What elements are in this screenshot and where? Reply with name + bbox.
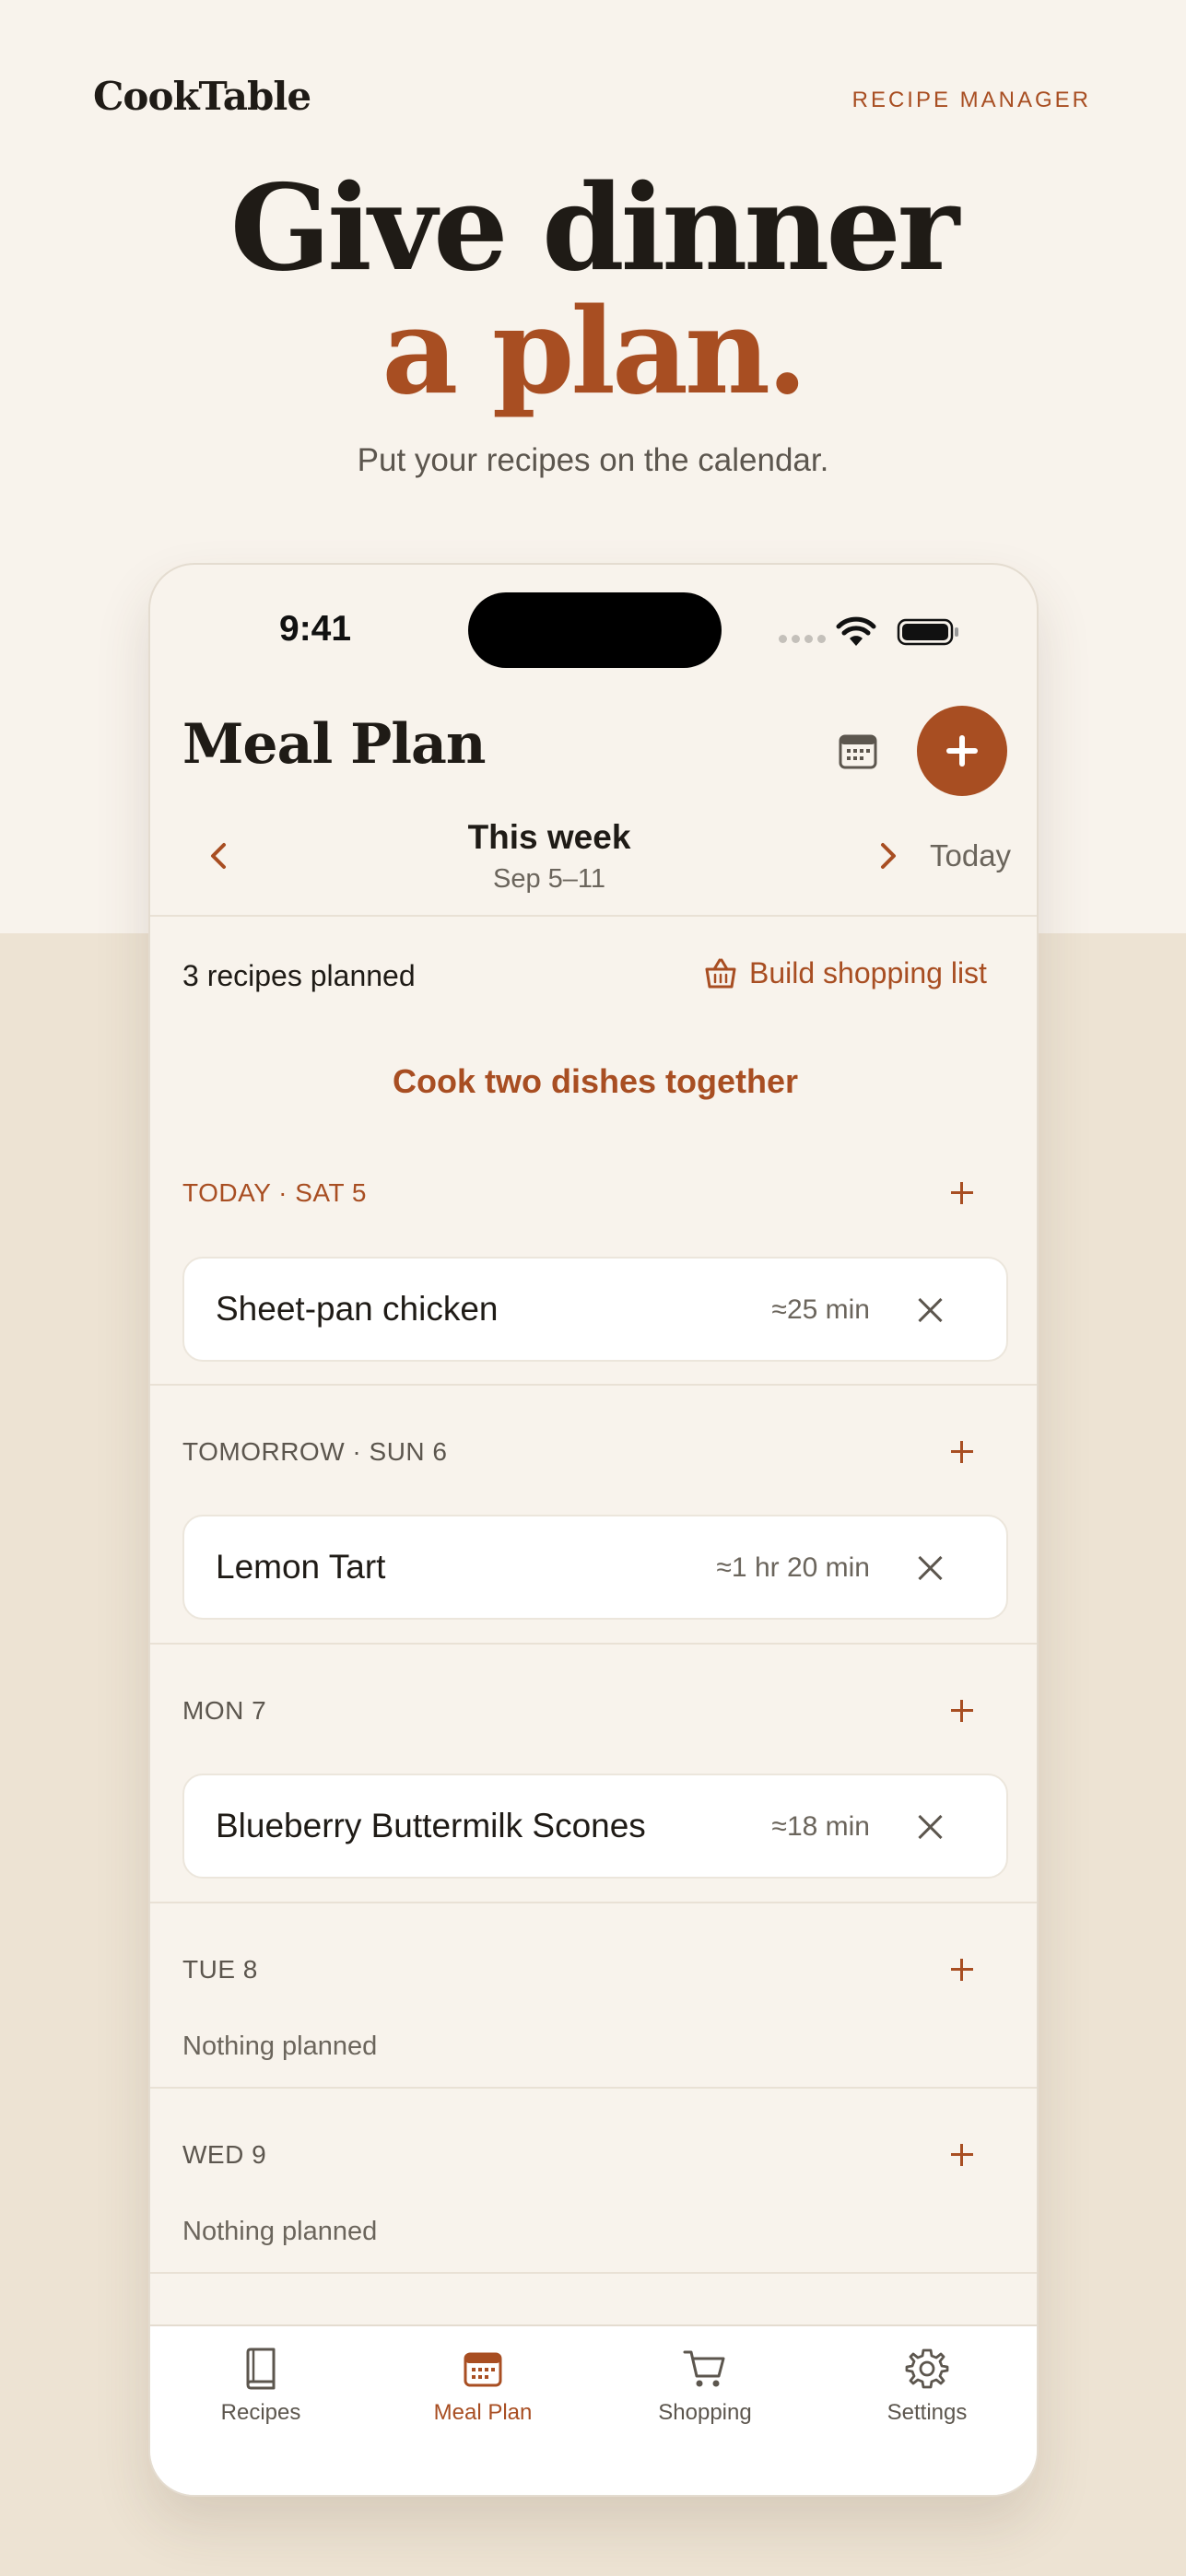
planned-count: 3 recipes planned (182, 959, 416, 992)
meal-time: ≈25 min (771, 1294, 870, 1325)
dynamic-island (468, 592, 722, 668)
meal-name: Blueberry Buttermilk Scones (216, 1807, 646, 1844)
today-button[interactable]: Today (930, 838, 1011, 873)
status-icons (779, 613, 981, 650)
basket-icon (705, 958, 736, 988)
meal-card[interactable]: Sheet-pan chicken ≈25 min (182, 1257, 1008, 1362)
hero-heading-line1: Give dinner (229, 159, 959, 298)
battery-icon (897, 618, 958, 646)
meal-card[interactable]: Lemon Tart ≈1 hr 20 min (182, 1515, 1008, 1620)
page-title: Meal Plan (182, 712, 487, 777)
tab-meal-plan[interactable]: Meal Plan (391, 2347, 575, 2426)
brand-tag: RECIPE MANAGER (851, 88, 1091, 112)
tab-recipes-label: Recipes (220, 2400, 301, 2425)
day-label-wed-9: WED 9 (182, 2140, 267, 2169)
tab-recipes[interactable]: Recipes (169, 2347, 353, 2426)
add-to-day-button[interactable] (945, 2138, 979, 2172)
day-label-mon-7: MON 7 (182, 1696, 267, 1725)
add-to-day-button[interactable] (945, 1177, 979, 1210)
book-icon (246, 2348, 276, 2390)
divider (150, 1902, 1037, 1903)
meal-name: Sheet-pan chicken (216, 1290, 499, 1328)
tab-shopping-label: Shopping (658, 2400, 752, 2425)
tab-settings[interactable]: Settings (835, 2347, 1019, 2426)
divider (150, 915, 1037, 917)
divider (150, 2272, 1037, 2274)
hero-heading-line2: a plan. (382, 283, 807, 421)
week-title: This week (467, 818, 631, 856)
add-meal-button[interactable] (917, 706, 1007, 796)
gear-icon (905, 2348, 949, 2389)
add-to-day-button[interactable] (945, 1694, 979, 1727)
remove-meal-icon[interactable] (918, 1555, 944, 1581)
tab-meal-plan-label: Meal Plan (433, 2400, 533, 2425)
phone-frame: 9:41 Meal Plan This week Sep 5–11 Today … (148, 563, 1039, 2497)
calendar-icon (464, 2352, 502, 2387)
cart-icon (683, 2350, 725, 2387)
build-shopping-list-label: Build shopping list (749, 956, 987, 989)
empty-day-text: Nothing planned (182, 2032, 378, 2061)
cook-together-link[interactable]: Cook two dishes together (150, 1062, 1037, 1101)
calendar-view-icon[interactable] (837, 731, 879, 773)
tab-bar: Recipes Meal Plan Shopping Settings (150, 2324, 1037, 2495)
chevron-right-icon[interactable] (869, 837, 906, 874)
divider (150, 1384, 1037, 1386)
remove-meal-icon[interactable] (918, 1814, 944, 1840)
day-label-tue-8: TUE 8 (182, 1955, 258, 1984)
build-shopping-list-link[interactable]: Build shopping list (703, 956, 987, 990)
tab-shopping[interactable]: Shopping (613, 2347, 797, 2426)
meal-card[interactable]: Blueberry Buttermilk Scones ≈18 min (182, 1774, 1008, 1879)
day-label-sat-5: TODAY · SAT 5 (182, 1178, 367, 1207)
status-time: 9:41 (279, 609, 352, 649)
meal-time: ≈18 min (771, 1811, 870, 1842)
tab-settings-label: Settings (887, 2400, 968, 2425)
signal-icon (779, 635, 826, 643)
day-label-sun-6: TOMORROW · SUN 6 (182, 1437, 448, 1466)
hero-subtitle: Put your recipes on the calendar. (357, 442, 829, 478)
remove-meal-icon[interactable] (918, 1297, 944, 1323)
add-to-day-button[interactable] (945, 1953, 979, 1986)
week-range: Sep 5–11 (492, 864, 606, 894)
empty-day-text: Nothing planned (182, 2217, 378, 2246)
wifi-icon (836, 616, 876, 646)
brand-logo: CookTable (93, 74, 311, 119)
divider (150, 2087, 1037, 2089)
meal-name: Lemon Tart (216, 1548, 386, 1586)
add-to-day-button[interactable] (945, 1435, 979, 1469)
meal-time: ≈1 hr 20 min (716, 1552, 870, 1583)
divider (150, 1643, 1037, 1645)
